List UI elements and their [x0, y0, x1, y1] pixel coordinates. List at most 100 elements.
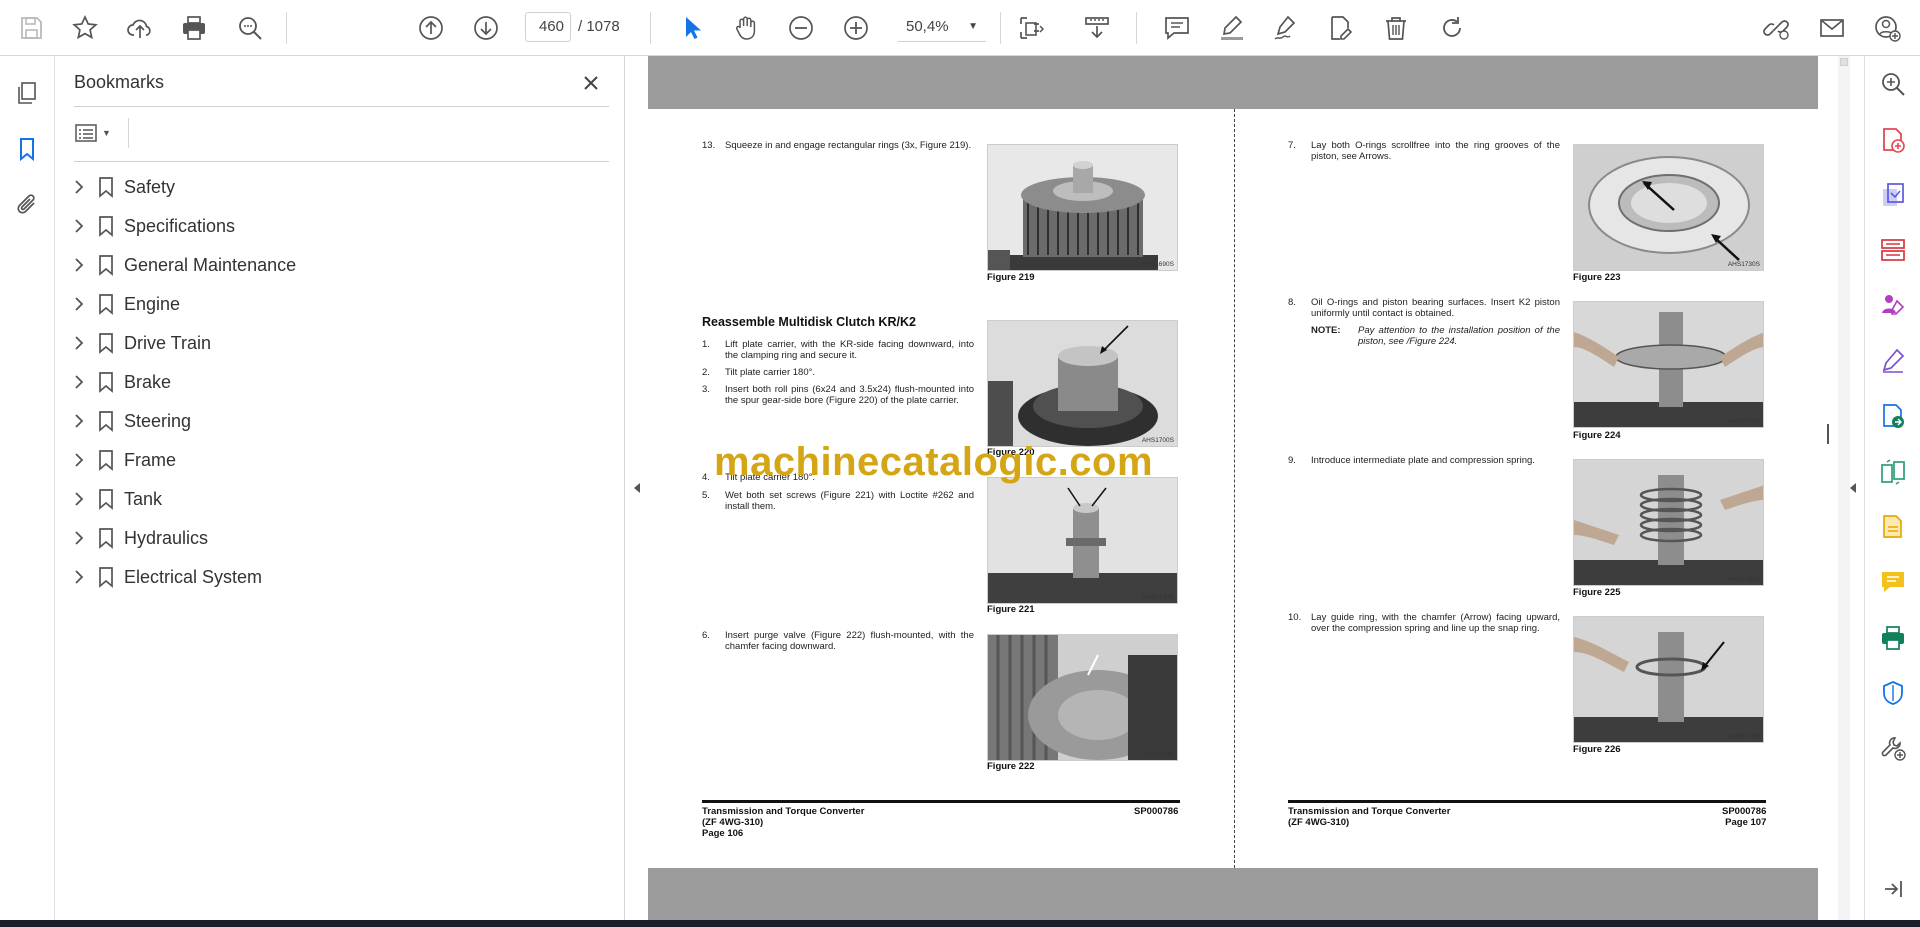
footer-title: Transmission and Torque Converter (ZF 4W… — [1288, 806, 1451, 828]
protect-icon[interactable] — [1875, 675, 1911, 711]
bookmark-label: Tank — [124, 489, 163, 509]
bookmark-item[interactable]: Frame — [56, 440, 625, 479]
chevron-right-icon[interactable] — [71, 335, 87, 351]
email-icon[interactable] — [1813, 9, 1851, 47]
bookmark-item[interactable]: Brake — [56, 362, 625, 401]
toolbar-separator — [650, 12, 651, 44]
bookmark-label: Hydraulics — [124, 528, 209, 548]
bookmark-item[interactable]: Drive Train — [56, 323, 625, 362]
page-up-icon[interactable] — [412, 9, 450, 47]
bookmark-label: Drive Train — [124, 333, 212, 353]
bookmark-icon — [99, 489, 113, 510]
bookmark-item[interactable]: Specifications — [56, 206, 625, 245]
close-icon[interactable] — [576, 68, 606, 98]
top-toolbar: 460 / 1078 50,4% ▼ — [0, 0, 1920, 56]
sign-icon[interactable] — [1267, 9, 1305, 47]
edit-icon[interactable] — [1875, 343, 1911, 379]
chevron-right-icon[interactable] — [71, 296, 87, 312]
scroll-mode-icon[interactable] — [1078, 9, 1116, 47]
footer-doc-number: SP000786 Page 107 — [1722, 806, 1767, 828]
comment-icon[interactable] — [1158, 9, 1196, 47]
create-pdf-icon[interactable] — [1875, 177, 1911, 213]
chevron-right-icon[interactable] — [71, 569, 87, 585]
section-heading: Reassemble Multidisk Clutch KR/K2 — [702, 315, 916, 329]
list-options-icon — [75, 124, 97, 142]
chevron-right-icon[interactable] — [71, 413, 87, 429]
zoom-out-icon[interactable] — [782, 9, 820, 47]
footer-title: Transmission and Torque Converter (ZF 4W… — [702, 806, 865, 839]
toolbar-separator — [286, 12, 287, 44]
bookmark-options-button[interactable]: ▼ — [74, 118, 124, 148]
scan-icon[interactable] — [1875, 509, 1911, 545]
bookmark-item[interactable]: Steering — [56, 401, 625, 440]
bookmark-label: Brake — [124, 372, 172, 392]
fill-sign-icon[interactable] — [1875, 287, 1911, 323]
chevron-right-icon[interactable] — [71, 257, 87, 273]
bookmark-icon — [99, 216, 113, 237]
compare-icon[interactable] — [1875, 454, 1911, 490]
star-icon[interactable] — [66, 9, 104, 47]
highlight-icon[interactable] — [1213, 9, 1251, 47]
share-link-icon[interactable] — [1757, 9, 1795, 47]
chevron-right-icon[interactable] — [71, 452, 87, 468]
chevron-right-icon[interactable] — [71, 491, 87, 507]
delete-icon[interactable] — [1377, 9, 1415, 47]
figure-caption: Figure 223 — [1573, 272, 1621, 283]
figure-221-photo: AHS1710S — [987, 477, 1178, 604]
zoom-in-icon[interactable] — [837, 9, 875, 47]
bookmark-item[interactable]: Electrical System — [56, 557, 625, 596]
hand-icon[interactable] — [727, 9, 765, 47]
chevron-right-icon[interactable] — [71, 530, 87, 546]
bookmark-item[interactable]: Tank — [56, 479, 625, 518]
bookmark-icon — [99, 177, 113, 198]
zoom-select[interactable]: 50,4% ▼ — [898, 12, 986, 42]
scrollbar-thumb[interactable] — [1840, 58, 1848, 66]
bookmark-item[interactable]: Engine — [56, 284, 625, 323]
bookmark-item[interactable]: Hydraulics — [56, 518, 625, 557]
cloud-upload-icon[interactable] — [121, 9, 159, 47]
expand-icon[interactable] — [1875, 871, 1911, 907]
more-tools-icon[interactable] — [1875, 730, 1911, 766]
page-down-icon[interactable] — [467, 9, 505, 47]
print-production-icon[interactable] — [1875, 620, 1911, 656]
bookmark-item[interactable]: Safety — [56, 167, 625, 206]
export-pdf-icon[interactable] — [1875, 122, 1911, 158]
bookmark-icon — [99, 255, 113, 276]
bookmark-icon — [99, 294, 113, 315]
scroll-position-marker — [1827, 424, 1829, 444]
chevron-right-icon[interactable] — [71, 179, 87, 195]
chevron-down-icon: ▼ — [968, 21, 978, 32]
print-icon[interactable] — [175, 9, 213, 47]
organize-pages-icon[interactable] — [1875, 232, 1911, 268]
attachment-icon[interactable] — [8, 186, 46, 224]
figure-caption: Figure 221 — [987, 604, 1035, 615]
comment-icon[interactable] — [1875, 564, 1911, 600]
figure-225-photo: AHS1740S — [1573, 459, 1764, 586]
select-cursor-icon[interactable] — [672, 9, 710, 47]
bookmark-icon — [99, 450, 113, 471]
page-total: / 1078 — [578, 18, 620, 35]
zoom-search-icon[interactable] — [1875, 66, 1911, 102]
chevron-right-icon[interactable] — [71, 374, 87, 390]
account-icon[interactable] — [1868, 9, 1906, 47]
bookmark-icon — [99, 372, 113, 393]
collapse-right-panel-icon[interactable] — [1846, 478, 1860, 498]
save-icon[interactable] — [12, 9, 50, 47]
collapse-left-panel-icon[interactable] — [630, 478, 644, 498]
pages-thumbnail-icon[interactable] — [8, 74, 46, 112]
page-number-input[interactable]: 460 — [525, 12, 571, 42]
chevron-right-icon[interactable] — [71, 218, 87, 234]
bookmark-item[interactable]: General Maintenance — [56, 245, 625, 284]
bookmark-label: Specifications — [124, 216, 236, 236]
convert-icon[interactable] — [1875, 398, 1911, 434]
zoom-search-icon[interactable] — [231, 9, 269, 47]
figure-224-photo: AHS1770S — [1573, 301, 1764, 428]
bookmark-icon[interactable] — [8, 130, 46, 168]
fit-page-icon[interactable] — [1012, 9, 1050, 47]
footer-rule — [702, 800, 1180, 803]
edit-pdf-icon[interactable] — [1321, 9, 1359, 47]
bookmark-icon — [99, 528, 113, 549]
rotate-icon[interactable] — [1433, 9, 1471, 47]
toolbar-separator — [1000, 12, 1001, 44]
chevron-down-icon: ▼ — [102, 128, 111, 138]
